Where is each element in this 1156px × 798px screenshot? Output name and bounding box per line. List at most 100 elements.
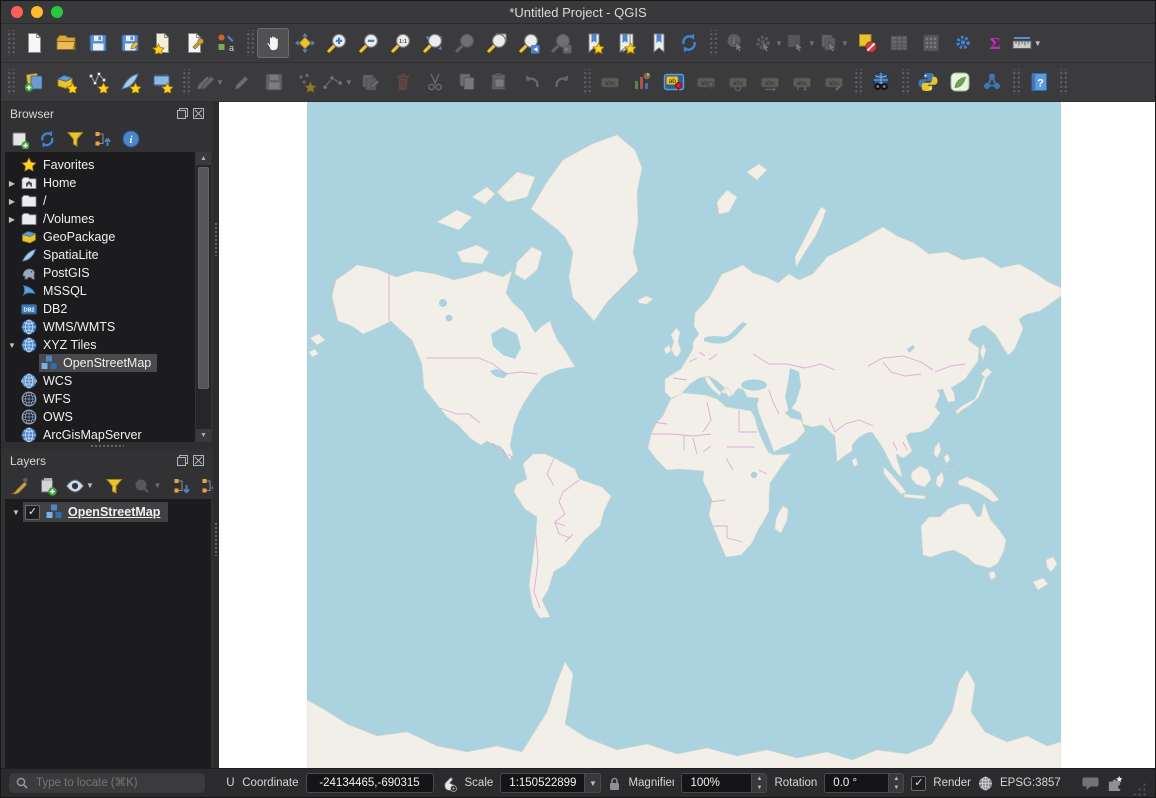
coordinate-box[interactable]: -24134465,-690315	[305, 773, 434, 793]
locator-input[interactable]	[34, 776, 178, 790]
deselect-all-button[interactable]	[851, 28, 883, 58]
refresh-browser-button[interactable]	[37, 129, 57, 149]
dropdown-arrow-icon[interactable]: ▼	[216, 78, 224, 87]
save-project-button[interactable]	[82, 28, 114, 58]
layer-diagram-button[interactable]	[626, 67, 658, 97]
rotation-spinbox[interactable]: 0.0 ° ▲ ▼	[824, 773, 905, 793]
browser-item-openstreetmap[interactable]: OpenStreetMap	[5, 354, 211, 372]
toolbar-handle[interactable]	[1010, 69, 1020, 95]
zoom-in-button[interactable]	[321, 28, 353, 58]
render-checkbox[interactable]: ✓	[911, 775, 927, 791]
scroll-thumb[interactable]	[198, 167, 209, 389]
new-spatialite-layer-button[interactable]	[114, 67, 146, 97]
expander-down-icon[interactable]: ▼	[5, 341, 19, 350]
browser-item-spatialite[interactable]: SpatiaLite	[5, 246, 211, 264]
new-virtual-layer-button[interactable]	[146, 67, 178, 97]
crs-globe-icon[interactable]	[978, 776, 993, 791]
browser-scrollbar[interactable]: ▲ ▼	[195, 152, 211, 442]
filter-browser-button[interactable]	[65, 129, 85, 149]
metasearch-button[interactable]	[865, 67, 897, 97]
crs-status[interactable]: EPSG:3857	[1000, 777, 1061, 789]
dropdown-arrow-icon[interactable]: ▼	[153, 481, 161, 490]
zoom-out-button[interactable]	[353, 28, 385, 58]
expander-right-icon[interactable]: ▶	[5, 197, 19, 206]
layer-visibility-checkbox[interactable]: ✓	[25, 504, 40, 520]
plugin-green-button[interactable]	[944, 67, 976, 97]
magnifier-spinbox[interactable]: 100% ▲ ▼	[681, 773, 768, 793]
save-project-as-button[interactable]	[114, 28, 146, 58]
labeling-options-button[interactable]: ab	[658, 67, 690, 97]
new-shapefile-layer-button[interactable]	[82, 67, 114, 97]
scale-combo[interactable]: 1:150522899 ▼	[500, 773, 602, 793]
browser-item--volumes[interactable]: ▶ /Volumes	[5, 210, 211, 228]
toolbar-handle[interactable]	[581, 69, 591, 95]
expander-down-icon[interactable]: ▼	[9, 508, 23, 517]
resize-grip[interactable]	[1131, 781, 1147, 797]
processing-toolbox-button[interactable]	[947, 28, 979, 58]
mouse-extents-icon[interactable]	[441, 775, 458, 792]
toolbar-handle[interactable]	[899, 69, 909, 95]
dropdown-arrow-icon[interactable]: ▼	[86, 481, 94, 490]
close-panel-icon[interactable]	[193, 455, 204, 466]
statistics-panel-button[interactable]: Σ	[979, 28, 1011, 58]
locator-search[interactable]	[9, 773, 205, 793]
manage-map-themes-button[interactable]: ▼	[65, 476, 96, 496]
browser-item-wcs[interactable]: WCS	[5, 372, 211, 390]
browser-item-mssql[interactable]: MSSQL	[5, 282, 211, 300]
dropdown-arrow-icon[interactable]: ▼	[345, 78, 353, 87]
refresh-map-button[interactable]	[673, 28, 705, 58]
plugin-blue-button[interactable]	[976, 67, 1008, 97]
zoom-full-button[interactable]	[417, 28, 449, 58]
browser-item-ows[interactable]: OWS	[5, 408, 211, 426]
expander-right-icon[interactable]: ▶	[5, 215, 19, 224]
lock-icon[interactable]	[608, 776, 621, 791]
new-project-button[interactable]	[18, 28, 50, 58]
float-panel-icon[interactable]	[177, 108, 188, 119]
pan-map-button[interactable]	[257, 28, 289, 58]
panel-splitter[interactable]	[1, 442, 213, 449]
filter-legend-button[interactable]	[104, 476, 124, 496]
show-bookmark-manager-button[interactable]	[609, 28, 641, 58]
show-layout-manager-button[interactable]	[178, 28, 210, 58]
minimize-window-button[interactable]	[31, 6, 43, 18]
dropdown-arrow-icon[interactable]: ▼	[841, 39, 849, 48]
pan-to-selection-button[interactable]	[289, 28, 321, 58]
browser-item-home[interactable]: ▶ Home	[5, 174, 211, 192]
dropdown-arrow-icon[interactable]: ▼	[808, 39, 816, 48]
new-geopackage-layer-button[interactable]	[50, 67, 82, 97]
show-bookmarks-button[interactable]	[641, 28, 673, 58]
browser-item-arcgismapserver[interactable]: ArcGisMapServer	[5, 426, 211, 442]
data-source-manager-button[interactable]	[18, 67, 50, 97]
help-contents-button[interactable]: ?	[1023, 67, 1055, 97]
float-panel-icon[interactable]	[177, 455, 188, 466]
toolbar-handle[interactable]	[708, 30, 717, 56]
magnifier-spinner[interactable]: ▲ ▼	[751, 774, 767, 792]
expand-all-button[interactable]	[172, 476, 192, 496]
toolbar-handle[interactable]	[1057, 69, 1067, 95]
browser-item-wms-wmts[interactable]: WMS/WMTS	[5, 318, 211, 336]
open-layer-styling-button[interactable]	[9, 476, 29, 496]
locator-options-icon[interactable]	[1106, 775, 1124, 792]
browser-item-favorites[interactable]: Favorites	[5, 156, 211, 174]
new-print-layout-button[interactable]	[146, 28, 178, 58]
zoom-window-button[interactable]	[51, 6, 63, 18]
expander-right-icon[interactable]: ▶	[5, 179, 19, 188]
style-manager-button[interactable]: a	[210, 28, 242, 58]
toolbar-handle[interactable]	[6, 69, 15, 95]
browser-item-wfs[interactable]: WFS	[5, 390, 211, 408]
browser-item-xyz-tiles[interactable]: ▼ XYZ Tiles	[5, 336, 211, 354]
messages-icon[interactable]	[1082, 776, 1099, 791]
close-panel-icon[interactable]	[193, 108, 204, 119]
zoom-to-layer-button[interactable]	[481, 28, 513, 58]
collapse-all-button[interactable]	[93, 129, 113, 149]
open-project-button[interactable]	[50, 28, 82, 58]
add-selected-layers-button[interactable]	[9, 129, 29, 149]
toolbar-handle[interactable]	[181, 69, 190, 95]
zoom-native-button[interactable]: 1:1	[385, 28, 417, 58]
map-canvas[interactable]	[219, 102, 1155, 768]
close-window-button[interactable]	[11, 6, 23, 18]
browser-item-db2[interactable]: DB2 DB2	[5, 300, 211, 318]
properties-widget-button[interactable]: i	[121, 129, 141, 149]
python-console-button[interactable]	[912, 67, 944, 97]
toolbar-handle[interactable]	[852, 69, 862, 95]
